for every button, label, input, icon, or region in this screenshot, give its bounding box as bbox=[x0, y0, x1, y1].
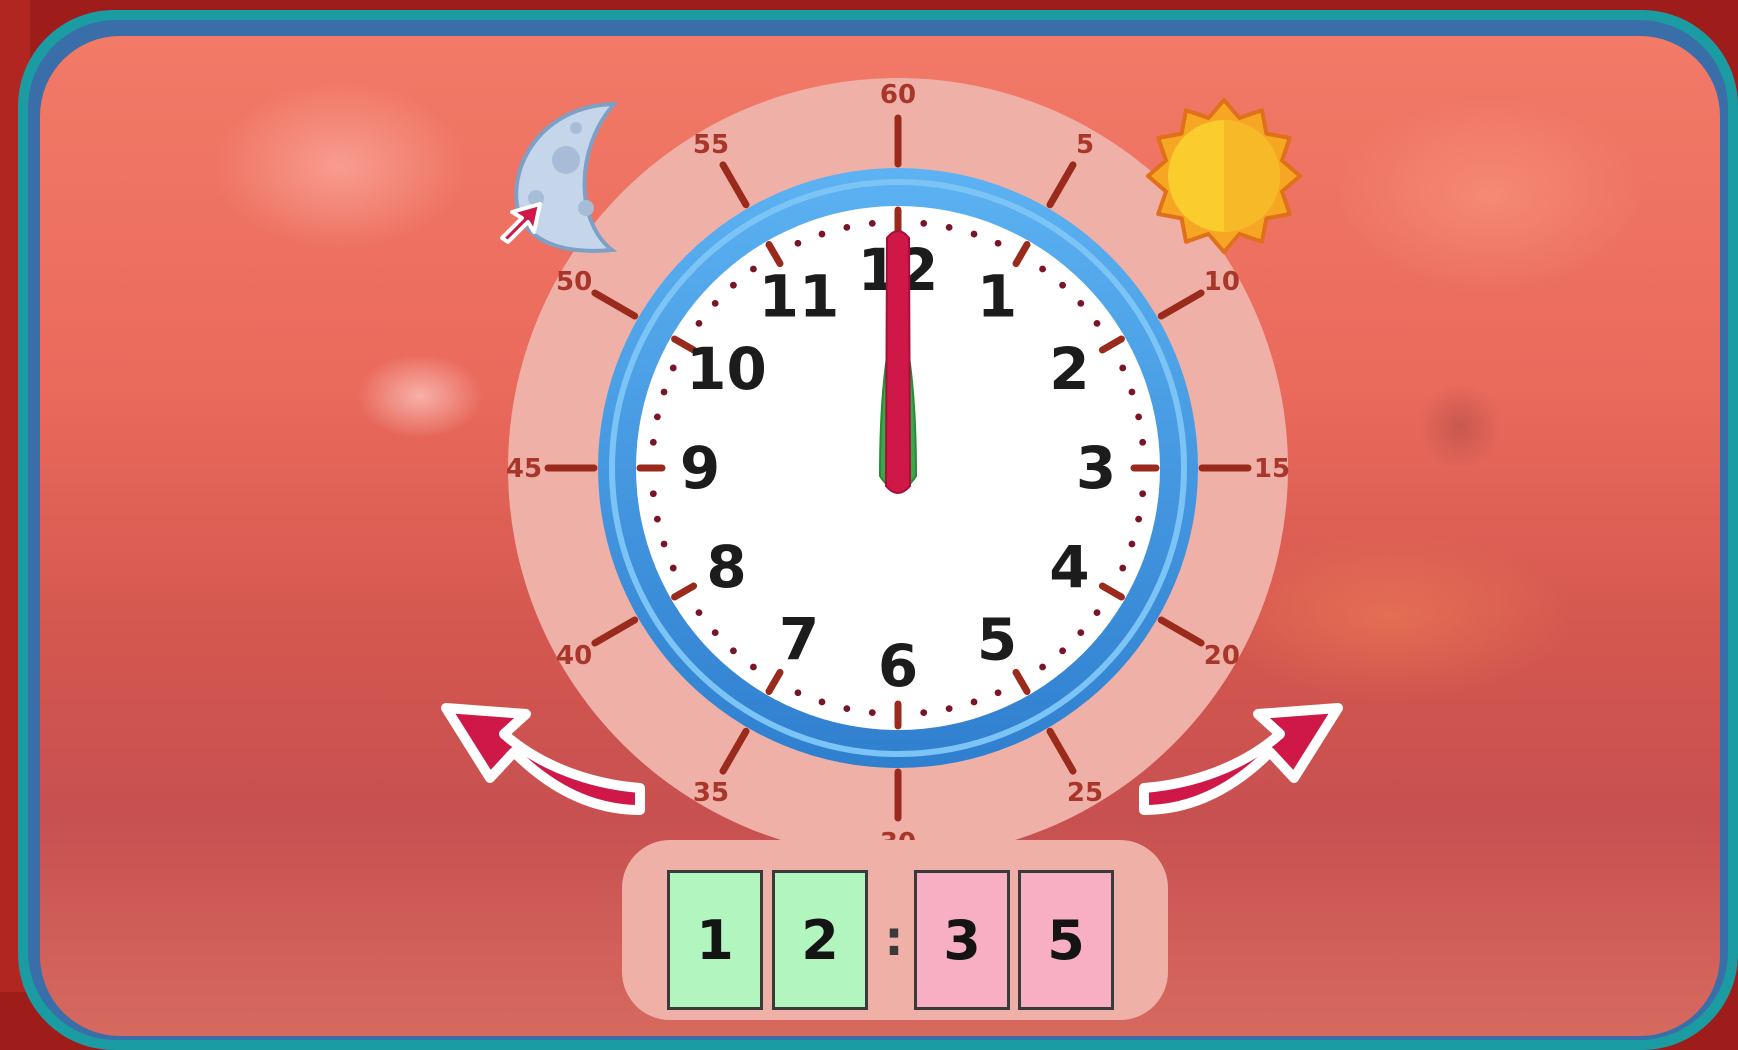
minute-dot bbox=[669, 364, 677, 372]
hour-number: 9 bbox=[680, 434, 720, 502]
minute-dot bbox=[653, 515, 661, 523]
minute-hand[interactable] bbox=[884, 230, 912, 494]
minute-dot bbox=[653, 413, 661, 421]
minute-dot bbox=[669, 564, 677, 572]
minute-dot bbox=[695, 320, 703, 327]
minute-dot bbox=[1059, 281, 1067, 289]
minute-dot bbox=[1093, 609, 1101, 616]
minute-dot bbox=[1039, 663, 1046, 671]
hour-ones-digit[interactable]: 2 bbox=[772, 870, 868, 1010]
minute-dot bbox=[843, 223, 851, 231]
minute-dot bbox=[1093, 320, 1101, 327]
hour-number: 6 bbox=[878, 632, 918, 700]
digital-time-display: 1 2 : 3 5 bbox=[622, 840, 1168, 1020]
hour-number: 5 bbox=[977, 605, 1017, 673]
hour-number: 11 bbox=[759, 263, 840, 331]
minute-dot bbox=[649, 490, 657, 498]
minute-dot bbox=[660, 388, 668, 396]
minute-dot bbox=[1077, 299, 1085, 307]
minute-dot bbox=[945, 223, 953, 231]
minute-dot bbox=[994, 689, 1002, 697]
minute-dot bbox=[818, 698, 826, 706]
hour-number: 1 bbox=[977, 263, 1017, 331]
minute-ones-digit[interactable]: 5 bbox=[1018, 870, 1114, 1010]
minute-dot bbox=[920, 709, 928, 717]
minute-dot bbox=[818, 230, 826, 238]
hour-number: 10 bbox=[686, 335, 767, 403]
minute-label: 10 bbox=[1204, 267, 1240, 297]
minute-dot bbox=[794, 239, 802, 247]
minute-dot bbox=[1128, 540, 1136, 548]
minute-label: 40 bbox=[556, 641, 592, 671]
minute-dot bbox=[750, 265, 757, 273]
minute-dot bbox=[729, 281, 737, 289]
minute-label: 5 bbox=[1076, 130, 1094, 160]
minute-dot bbox=[711, 629, 719, 637]
minute-dot bbox=[868, 709, 876, 717]
minute-label: 50 bbox=[556, 267, 592, 297]
minute-dot bbox=[794, 689, 802, 697]
minute-dot bbox=[868, 219, 876, 227]
time-separator: : bbox=[884, 911, 904, 967]
minute-dot bbox=[994, 239, 1002, 247]
minute-dot bbox=[649, 438, 657, 446]
minute-label: 45 bbox=[506, 454, 542, 484]
minute-dot bbox=[711, 299, 719, 307]
minute-dot bbox=[1135, 413, 1143, 421]
minute-dot bbox=[920, 219, 928, 227]
minute-dot bbox=[1059, 647, 1067, 655]
minute-dot bbox=[1135, 515, 1143, 523]
minute-dot bbox=[695, 609, 703, 616]
minute-label: 25 bbox=[1067, 778, 1103, 808]
minute-dot bbox=[1139, 490, 1147, 498]
minute-dot bbox=[750, 663, 757, 671]
minute-dot bbox=[970, 698, 978, 706]
minute-label: 15 bbox=[1254, 454, 1290, 484]
minute-dot bbox=[729, 647, 737, 655]
minute-dot bbox=[945, 705, 953, 713]
hour-number: 3 bbox=[1076, 434, 1116, 502]
hour-number: 4 bbox=[1049, 533, 1089, 601]
minute-tens-digit[interactable]: 3 bbox=[914, 870, 1010, 1010]
hour-number: 7 bbox=[779, 605, 819, 673]
minute-dot bbox=[1077, 629, 1085, 637]
minute-dot bbox=[1119, 364, 1127, 372]
hour-number: 2 bbox=[1049, 335, 1089, 403]
minute-label: 20 bbox=[1204, 641, 1240, 671]
minute-dot bbox=[660, 540, 668, 548]
minute-dot bbox=[970, 230, 978, 238]
minute-dot bbox=[1119, 564, 1127, 572]
minute-label: 55 bbox=[693, 130, 729, 160]
minute-dot bbox=[1039, 265, 1046, 273]
minute-dot bbox=[1128, 388, 1136, 396]
minute-label: 60 bbox=[880, 80, 916, 110]
minute-dot bbox=[1139, 438, 1147, 446]
hour-tens-digit[interactable]: 1 bbox=[667, 870, 763, 1010]
minute-dot bbox=[843, 705, 851, 713]
hour-number: 8 bbox=[706, 533, 746, 601]
minute-label: 35 bbox=[693, 778, 729, 808]
